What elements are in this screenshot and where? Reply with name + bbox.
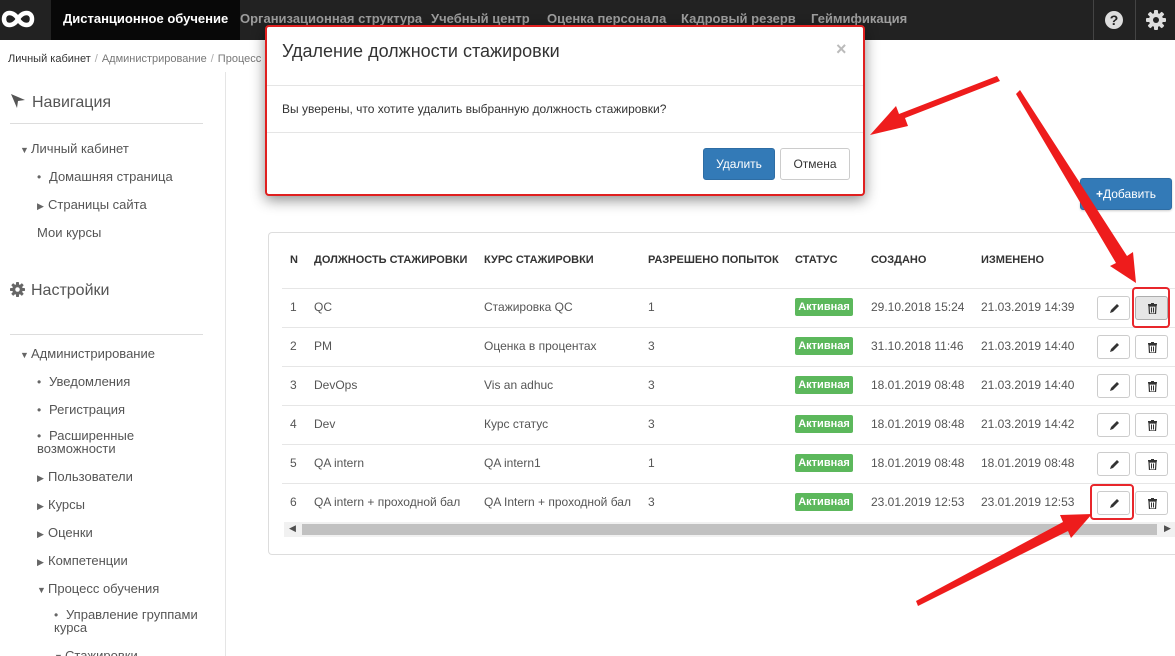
annotation-arrows [870,76,1136,606]
annotation-arrow-modal [870,76,1000,135]
annotation-arrow-delete [1016,90,1136,283]
annotation-arrow-edit [916,514,1092,606]
